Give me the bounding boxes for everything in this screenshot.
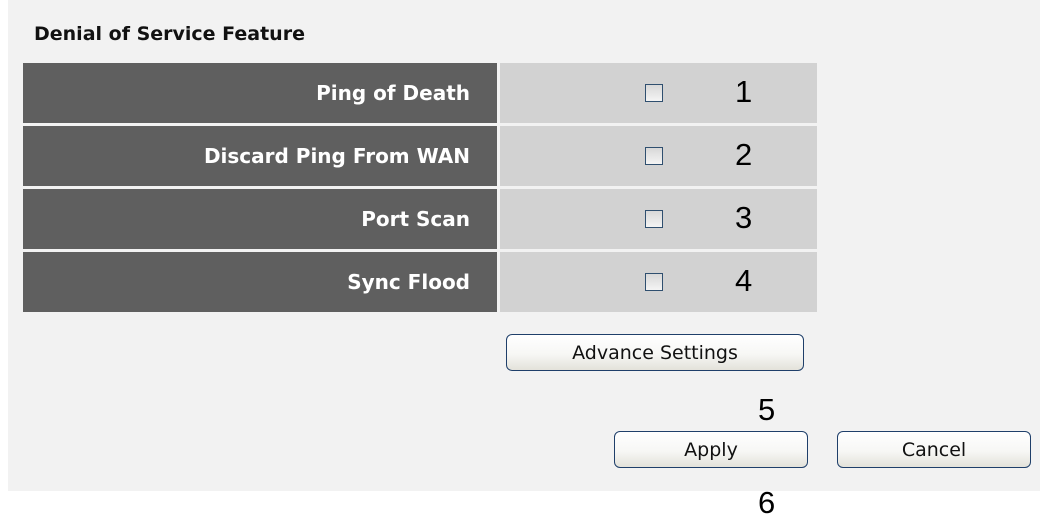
discard-ping-from-wan-checkbox[interactable] <box>645 147 663 165</box>
dos-options-table: Ping of Death 1 Discard Ping From WAN 2 … <box>23 63 817 315</box>
port-scan-label: Port Scan <box>361 207 470 231</box>
dos-label-cell: Ping of Death <box>23 63 497 123</box>
dos-label-cell: Port Scan <box>23 189 497 249</box>
dos-row-discard-ping-from-wan: Discard Ping From WAN 2 <box>23 126 817 186</box>
dos-control-cell: 1 <box>500 63 817 123</box>
sync-flood-checkbox[interactable] <box>645 273 663 291</box>
advance-settings-button[interactable]: Advance Settings <box>506 334 804 371</box>
dos-control-cell: 3 <box>500 189 817 249</box>
discard-ping-from-wan-label: Discard Ping From WAN <box>203 144 470 168</box>
dos-control-cell: 2 <box>500 126 817 186</box>
dos-label-cell: Sync Flood <box>23 252 497 312</box>
annotation-marker-1: 1 <box>735 74 753 109</box>
annotation-marker-2: 2 <box>735 137 753 172</box>
section-title: Denial of Service Feature <box>34 23 305 45</box>
annotation-marker-5: 5 <box>758 392 776 427</box>
annotation-marker-6: 6 <box>758 485 776 520</box>
annotation-marker-4: 4 <box>735 263 753 298</box>
dos-row-sync-flood: Sync Flood 4 <box>23 252 817 312</box>
dos-label-cell: Discard Ping From WAN <box>23 126 497 186</box>
dos-row-ping-of-death: Ping of Death 1 <box>23 63 817 123</box>
dos-row-port-scan: Port Scan 3 <box>23 189 817 249</box>
cancel-button[interactable]: Cancel <box>837 431 1031 468</box>
ping-of-death-checkbox[interactable] <box>645 84 663 102</box>
annotation-marker-3: 3 <box>735 200 753 235</box>
port-scan-checkbox[interactable] <box>645 210 663 228</box>
sync-flood-label: Sync Flood <box>347 270 470 294</box>
ping-of-death-label: Ping of Death <box>316 81 470 105</box>
dos-control-cell: 4 <box>500 252 817 312</box>
apply-button[interactable]: Apply <box>614 431 808 468</box>
